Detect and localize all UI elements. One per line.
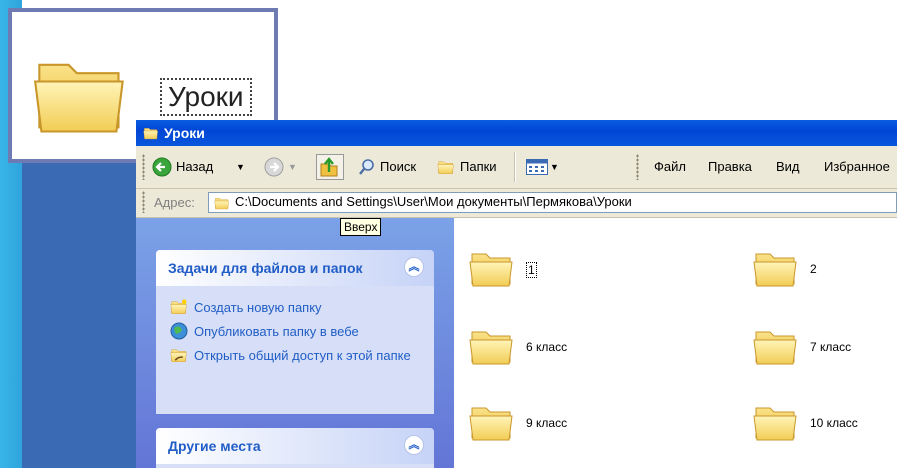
folders-button[interactable]: Папки [436,154,516,180]
forward-button[interactable]: ▼ [264,154,304,180]
folder-name: 2 [810,262,817,276]
search-button[interactable]: Поиск [358,154,448,180]
address-label: Адрес: [154,195,195,210]
folder-item[interactable]: 6 класс [468,322,668,382]
file-folder-tasks-group: Задачи для файлов и папок ︽ Создать нову… [156,250,434,414]
group-title: Другие места [168,438,261,454]
large-folder-icon [26,44,136,144]
file-folder-tasks-header[interactable]: Задачи для файлов и папок ︽ [156,250,434,286]
folder-up-icon [320,157,338,177]
task-label: Опубликовать папку в вебе [194,324,359,339]
back-label: Назад [176,159,214,174]
folders-label: Папки [460,159,497,174]
folder-icon [752,322,800,370]
globe-publish-icon [170,322,188,340]
up-button[interactable] [316,154,344,180]
explorer-window: Уроки Назад ▼ ▼ Поиск Папки ▼ Файл Правк… [136,120,897,468]
toolbar-separator [514,152,516,182]
title-bar[interactable]: Уроки [136,120,897,146]
search-icon [359,159,374,175]
folder-name: 1 [526,262,537,278]
views-button[interactable]: ▼ [526,154,562,180]
folder-icon [468,322,516,370]
other-places-group: Другие места ︽ [156,428,434,468]
task-label: Открыть общий доступ к этой папке [194,348,411,363]
menu-view[interactable]: Вид [776,154,800,180]
folder-icon [752,244,800,292]
task-label: Создать новую папку [194,300,322,315]
group-title: Задачи для файлов и папок [168,260,363,276]
share-folder-icon [170,346,188,364]
views-dropdown-icon[interactable]: ▼ [550,154,559,180]
menubar-grip[interactable] [636,154,639,180]
collapse-chevron-icon[interactable]: ︽ [404,257,424,277]
menu-file[interactable]: Файл [654,154,686,180]
new-folder-icon [170,299,188,316]
folder-item[interactable]: 2 [752,244,892,304]
menu-edit[interactable]: Правка [708,154,752,180]
folders-icon [436,158,456,176]
menu-favorites[interactable]: Избранное [824,154,890,180]
collapse-chevron-icon[interactable]: ︽ [404,435,424,455]
forward-dropdown-icon[interactable]: ▼ [288,154,297,180]
folder-content-area: 1 2 6 класс 7 класс 9 класс 10 класс [454,218,897,468]
folder-item[interactable]: 10 класс [752,398,892,458]
task-pane: Задачи для файлов и папок ︽ Создать нову… [136,218,454,468]
folder-name: 10 класс [810,416,858,430]
forward-arrow-icon [264,157,284,177]
title-folder-icon [142,125,160,141]
address-path: C:\Documents and Settings\User\Мои докум… [235,194,632,209]
folder-item[interactable]: 7 класс [752,322,892,382]
window-title: Уроки [164,125,205,141]
up-button-tooltip: Вверх [340,218,382,236]
views-grid-icon [526,159,548,175]
callout-folder-label[interactable]: Уроки [160,78,252,116]
toolbar: Назад ▼ ▼ Поиск Папки ▼ Файл Правка Вид … [136,146,897,189]
address-input[interactable]: C:\Documents and Settings\User\Мои докум… [208,192,897,213]
back-arrow-icon [152,157,172,177]
folder-item[interactable]: 1 [468,244,668,304]
folder-item[interactable]: 9 класс [468,398,668,458]
toolbar-grip[interactable] [142,154,145,180]
address-folder-icon [213,195,231,211]
search-label: Поиск [380,159,417,174]
other-places-header[interactable]: Другие места ︽ [156,428,434,464]
folder-icon [752,398,800,446]
back-dropdown-icon[interactable]: ▼ [236,154,245,180]
folder-icon [468,398,516,446]
folder-icon [468,244,516,292]
folder-name: 6 класс [526,340,568,354]
back-button[interactable]: Назад ▼ [152,154,252,180]
address-bar: Адрес: C:\Documents and Settings\User\Мо… [136,189,897,218]
folder-name: 7 класс [810,340,852,354]
address-grip[interactable] [142,191,145,213]
folder-name: 9 класс [526,416,568,430]
